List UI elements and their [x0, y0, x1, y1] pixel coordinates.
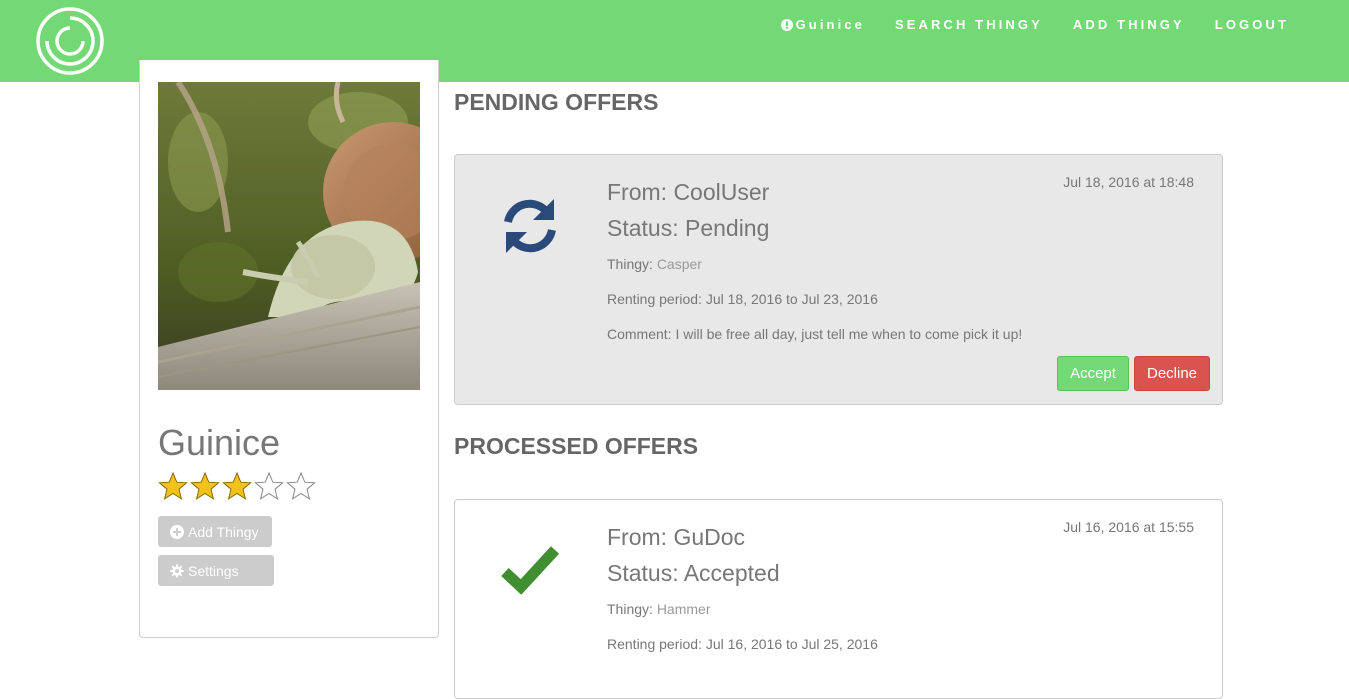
- offer-thingy: Thingy: Casper: [607, 256, 702, 272]
- nav-add-thingy[interactable]: ADD THINGY: [1073, 17, 1185, 32]
- decline-button[interactable]: Decline: [1134, 356, 1210, 391]
- add-thingy-button[interactable]: Add Thingy: [158, 516, 272, 547]
- check-icon: [501, 546, 560, 595]
- profile-card: Guinice Add Thingy Settings: [139, 60, 439, 638]
- nav-search-thingy[interactable]: SEARCH THINGY: [895, 17, 1043, 32]
- star-empty-icon: [254, 471, 284, 500]
- nav-user-link[interactable]: Guinice: [780, 17, 865, 32]
- offer-renting-period: Renting period: Jul 16, 2016 to Jul 25, …: [607, 636, 878, 652]
- offer-thingy-label: Thingy:: [607, 601, 653, 617]
- exclamation-circle-icon: [780, 18, 793, 31]
- pending-offers-title: PENDING OFFERS: [454, 89, 659, 115]
- offer-from: From: CoolUser: [607, 179, 770, 205]
- offer-date: Jul 16, 2016 at 15:55: [1063, 519, 1194, 535]
- logo-icon[interactable]: [34, 6, 106, 76]
- main-nav: Guinice SEARCH THINGY ADD THINGY LOGOUT: [751, 17, 1289, 32]
- nav-user-label: Guinice: [795, 17, 865, 32]
- profile-username: Guinice: [158, 422, 281, 463]
- plus-circle-icon: [170, 524, 184, 539]
- offer-comment: Comment: I will be free all day, just te…: [607, 326, 1023, 342]
- star-empty-icon: [286, 471, 316, 500]
- offer-thingy-link[interactable]: Hammer: [657, 601, 711, 617]
- offer-status: Status: Accepted: [607, 560, 780, 586]
- processed-offers-title: PROCESSED OFFERS: [454, 433, 699, 459]
- star-filled-icon: [158, 471, 188, 500]
- offer-status: Status: Pending: [607, 215, 770, 241]
- accept-button[interactable]: Accept: [1057, 356, 1129, 391]
- profile-avatar: [158, 82, 420, 390]
- settings-button[interactable]: Settings: [158, 555, 274, 586]
- rating-stars: [158, 471, 318, 501]
- offer-from: From: GuDoc: [607, 524, 746, 550]
- settings-label: Settings: [188, 562, 239, 579]
- offer-date: Jul 18, 2016 at 18:48: [1063, 174, 1194, 190]
- refresh-icon: [504, 199, 556, 253]
- gear-icon: [170, 563, 184, 578]
- processed-offer-card: From: GuDoc Status: Accepted Thingy: Ham…: [454, 499, 1223, 699]
- offer-thingy-label: Thingy:: [607, 256, 653, 272]
- add-thingy-label: Add Thingy: [188, 523, 259, 540]
- star-filled-icon: [190, 471, 220, 500]
- offer-thingy: Thingy: Hammer: [607, 601, 710, 617]
- offer-thingy-link[interactable]: Casper: [657, 256, 702, 272]
- nav-logout[interactable]: LOGOUT: [1215, 17, 1289, 32]
- pending-offer-card: From: CoolUser Status: Pending Thingy: C…: [454, 154, 1223, 405]
- star-filled-icon: [222, 471, 252, 500]
- offer-renting-period: Renting period: Jul 18, 2016 to Jul 23, …: [607, 291, 878, 307]
